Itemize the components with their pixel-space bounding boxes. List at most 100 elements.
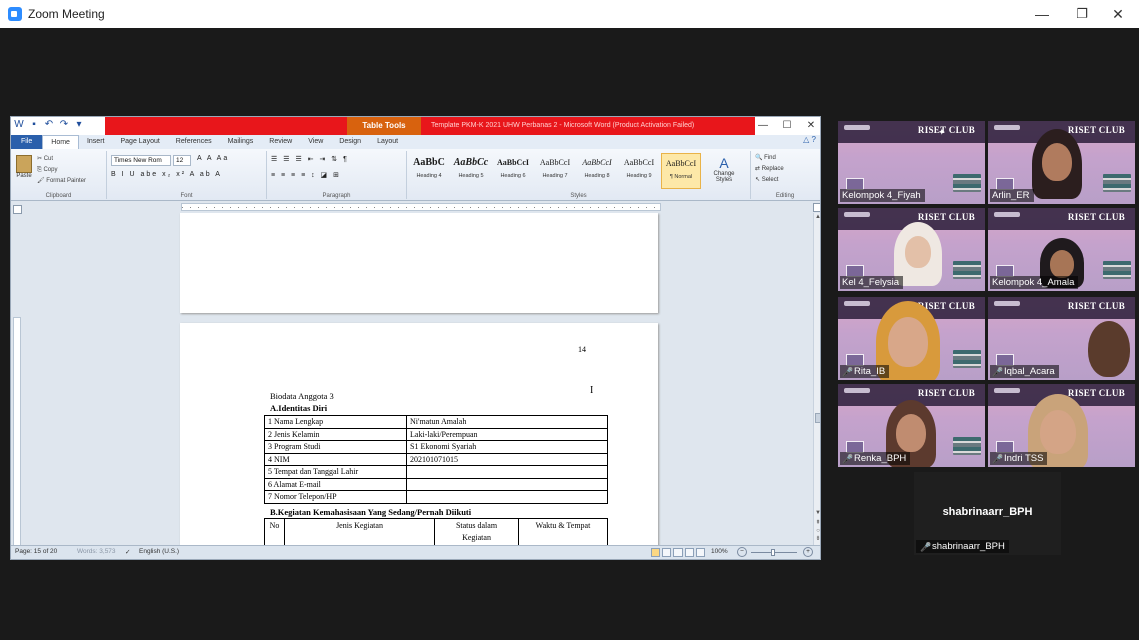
browse-object-icon[interactable]: ○ (814, 527, 820, 535)
ribbon-group-paragraph: ☰ ☰ ☰ ⇤ ⇥ ⇅ ¶ ≡ ≡ ≡ ≡ ↕ ◪ ⊞ Paragraph (267, 151, 407, 199)
style-normal[interactable]: AaBbCcI ¶ Normal (661, 153, 701, 189)
table-row: 3 Program Studi S1 Ekonomi Syariah (264, 440, 608, 454)
word-maximize-button[interactable]: ☐ (775, 117, 799, 135)
paragraph-row-2[interactable]: ≡ ≡ ≡ ≡ ↕ ◪ ⊞ (271, 171, 341, 179)
tab-layout[interactable]: Layout (369, 135, 406, 149)
zoom-level[interactable]: 100% (711, 548, 728, 555)
replace-button[interactable]: ⇄ Replace (755, 164, 784, 175)
participant-face (888, 317, 928, 367)
scroll-down-icon[interactable]: ▼ (814, 509, 820, 517)
section-a-title: A.Identitas Diri (270, 403, 328, 413)
maximize-button[interactable]: ❐ (1064, 0, 1100, 28)
document-page[interactable]: 14 I Biodata Anggota 3 A.Identitas Diri … (180, 323, 658, 545)
vertical-ruler[interactable] (13, 317, 21, 547)
club-logo-icon (844, 388, 870, 393)
participant-tile[interactable]: RISET CLUB 🎤 Iqbal_Acara (988, 297, 1135, 380)
language-status[interactable]: English (U.S.) (139, 548, 179, 555)
vertical-scrollbar[interactable]: ▲ ▼ ⇞ ○ ⇟ (813, 213, 820, 545)
font-size-buttons[interactable]: A A Aa (197, 155, 229, 162)
tab-references[interactable]: References (168, 135, 220, 149)
tab-selector[interactable] (13, 205, 22, 214)
tab-review[interactable]: Review (261, 135, 300, 149)
participant-tile-video-off[interactable]: shabrinaarr_BPH 🎤 shabrinaarr_BPH (914, 472, 1061, 555)
save-icon[interactable]: ▪ (28, 119, 40, 131)
zoom-slider-handle[interactable] (771, 549, 775, 556)
activity-table: No Jenis Kegiatan Status dalam Kegiatan … (264, 518, 608, 545)
tab-file[interactable]: File (11, 135, 43, 149)
word-close-button[interactable]: ✕ (799, 117, 820, 135)
draft-button[interactable] (695, 548, 706, 557)
cut-button[interactable]: ✂ Cut (37, 154, 86, 165)
font-name-box[interactable]: Times New Rom (111, 155, 171, 166)
previous-page-icon[interactable]: ⇞ (814, 519, 820, 527)
select-button[interactable]: ↖ Select (755, 175, 784, 186)
style-heading-5[interactable]: AaBbCc Heading 5 (451, 153, 491, 189)
horizontal-ruler[interactable] (181, 203, 661, 211)
word-status-bar: Page: 15 of 20 Words: 3,573 ✓ English (U… (11, 545, 820, 559)
page-number: 14 (578, 345, 586, 354)
participant-tile[interactable]: RISET CLUB 🎤 Renka_BPH (838, 384, 985, 467)
word-minimize-button[interactable]: — (751, 117, 775, 135)
mic-muted-icon: 🎤 (992, 453, 1004, 464)
table-tools-label: Table Tools (347, 117, 421, 135)
tab-mailings[interactable]: Mailings (220, 135, 262, 149)
print-layout-button[interactable] (651, 548, 661, 557)
zoom-logo-icon (8, 7, 22, 21)
tab-page-layout[interactable]: Page Layout (112, 135, 167, 149)
view-ruler-toggle[interactable] (813, 203, 820, 212)
scrollbar-thumb[interactable] (815, 413, 820, 423)
scroll-up-icon[interactable]: ▲ (814, 213, 820, 221)
page-count[interactable]: Page: 15 of 20 (15, 548, 57, 555)
club-logo-icon (994, 125, 1020, 130)
participant-face (1040, 410, 1076, 454)
participant-name-label: 🎤 Iqbal_Acara (990, 365, 1059, 378)
web-layout-button[interactable] (673, 548, 683, 557)
table-row: 4 NIM 202101071015 (264, 452, 608, 466)
format-painter-button[interactable]: 🖌 Format Painter (37, 176, 86, 187)
participant-name-label: Kelompok 4_Fiyah (840, 189, 925, 202)
table-row: 1 Nama Lengkap Ni'matun Amalah (264, 415, 608, 429)
club-logo-icon (994, 212, 1020, 217)
word-count[interactable]: Words: 3,573 (77, 548, 116, 555)
copy-button[interactable]: ⎘ Copy (37, 165, 86, 176)
editing-group-label: Editing (775, 193, 795, 199)
full-screen-reading-button[interactable] (662, 548, 672, 557)
ribbon-home: Paste ✂ Cut ⎘ Copy 🖌 Format Painter Clip… (11, 149, 820, 201)
tab-design[interactable]: Design (331, 135, 369, 149)
tile-brand: RISET CLUB (1067, 388, 1125, 398)
participant-tile[interactable]: RISET CLUB ✦ Kelompok 4_Fiyah (838, 121, 985, 204)
participant-tile[interactable]: RISET CLUB 🎤 Rita_IB (838, 297, 985, 380)
ribbon-group-font: Times New Rom 12 A A Aa B I U abe x₂ x² … (107, 151, 267, 199)
style-heading-7[interactable]: AaBbCcI Heading 7 (535, 153, 575, 189)
change-styles-button[interactable]: A Change Styles (711, 155, 737, 183)
find-button[interactable]: 🔍 Find (755, 153, 784, 164)
redo-icon[interactable]: ↷ (58, 119, 70, 131)
font-size-box[interactable]: 12 (173, 155, 191, 166)
participant-tile[interactable]: RISET CLUB Arlin_ER (988, 121, 1135, 204)
outline-button[interactable] (684, 548, 694, 557)
tab-home[interactable]: Home (42, 135, 79, 149)
style-heading-6[interactable]: AaBbCcI Heading 6 (493, 153, 533, 189)
minimize-button[interactable]: — (1024, 0, 1060, 28)
tab-view[interactable]: View (300, 135, 331, 149)
tab-insert[interactable]: Insert (79, 135, 113, 149)
undo-icon[interactable]: ↶ (43, 119, 55, 131)
close-button[interactable]: ✕ (1100, 0, 1136, 28)
customize-qat-icon[interactable]: ▾ (73, 119, 85, 131)
participant-tile-active-speaker[interactable]: RISET CLUB Kelompok 4_Amala (988, 208, 1135, 291)
quick-access-toolbar: W ▪ ↶ ↷ ▾ (13, 119, 85, 131)
style-heading-8[interactable]: AaBbCcI Heading 8 (577, 153, 617, 189)
participant-tile[interactable]: RISET CLUB 🎤 Indri TSS (988, 384, 1135, 467)
help-icon[interactable]: △ ? (803, 135, 816, 144)
paragraph-row-1[interactable]: ☰ ☰ ☰ ⇤ ⇥ ⇅ ¶ (271, 155, 349, 163)
style-heading-9[interactable]: AaBbCcI Heading 9 (619, 153, 659, 189)
proofing-icon[interactable]: ✓ (125, 548, 130, 556)
style-heading-4[interactable]: AaBbC Heading 4 (409, 153, 449, 189)
zoom-out-icon[interactable]: − (737, 547, 747, 557)
zoom-in-icon[interactable]: + (803, 547, 813, 557)
participant-tile[interactable]: RISET CLUB Kel 4_Felysia (838, 208, 985, 291)
font-format-buttons[interactable]: B I U abe x₂ x² A ab A (111, 171, 222, 178)
club-logo-icon (994, 301, 1020, 306)
paste-button[interactable]: Paste (15, 155, 33, 189)
next-page-icon[interactable]: ⇟ (814, 535, 820, 543)
